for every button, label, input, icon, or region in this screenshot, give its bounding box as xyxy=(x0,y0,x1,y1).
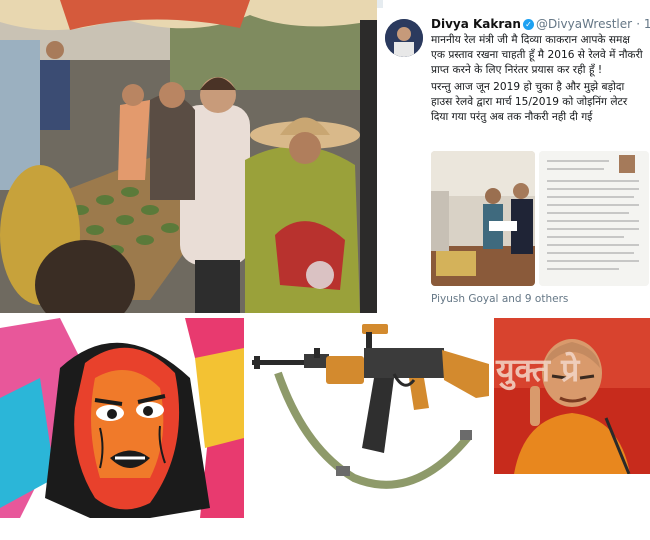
user-avatar[interactable] xyxy=(385,19,423,57)
tweet-body: माननीय रेल मंत्री जी मै दिव्या काकरान आप… xyxy=(431,33,645,127)
divider xyxy=(377,0,383,8)
rifle-image xyxy=(244,318,494,518)
avatar-image xyxy=(385,19,423,57)
verified-badge-icon: ✓ xyxy=(522,19,534,30)
tweet-paragraph-2: परन्तु आज जून 2019 हो चुका है और मुझे बड… xyxy=(431,81,628,123)
handover-photo-image xyxy=(431,151,535,286)
user-handle[interactable]: @DivyaWrestler xyxy=(536,17,632,31)
liked-by-text[interactable]: Piyush Goyal and 9 others xyxy=(431,293,568,305)
illustration-image xyxy=(0,318,244,518)
tweet-photo-handover[interactable] xyxy=(431,151,535,286)
rifle-icon xyxy=(244,318,494,518)
tweet-timestamp[interactable]: · 12s xyxy=(636,17,650,31)
politician-photo: युक्त प्रे xyxy=(494,318,650,474)
politician-image xyxy=(494,318,650,474)
banner-text: युक्त प्रे xyxy=(496,351,580,389)
market-scene-image xyxy=(0,0,377,313)
joining-letter-image xyxy=(539,151,649,286)
tweet-card: Divya Kakran✓@DivyaWrestler · 12s माननीय… xyxy=(377,0,650,313)
market-photo xyxy=(0,0,377,313)
tweet-header: Divya Kakran✓@DivyaWrestler · 12s xyxy=(431,17,650,31)
tweet-paragraph-1: माननीय रेल मंत्री जी मै दिव्या काकरान आप… xyxy=(431,34,643,76)
display-name[interactable]: Divya Kakran xyxy=(431,17,521,31)
distressed-woman-illustration xyxy=(0,318,244,518)
tweet-photo-letter[interactable] xyxy=(539,151,649,286)
